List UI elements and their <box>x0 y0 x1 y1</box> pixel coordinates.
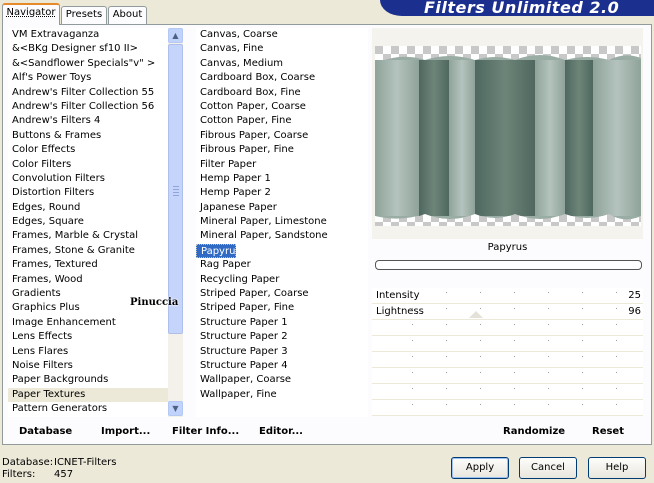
filter-item[interactable]: Structure Paper 4 <box>196 359 368 373</box>
editor-button[interactable]: Editor... <box>259 424 303 440</box>
category-item[interactable]: &<Sandflower Specials"v" > <box>8 57 168 71</box>
filter-item[interactable]: Wallpaper, Fine <box>196 388 368 402</box>
filter-item[interactable]: Structure Paper 2 <box>196 330 368 344</box>
param-intensity[interactable]: Intensity 25 <box>372 288 643 304</box>
category-item[interactable]: Distortion Filters <box>8 186 168 200</box>
filter-item[interactable]: Mineral Paper, Sandstone <box>196 229 368 243</box>
category-item[interactable]: Edges, Square <box>8 215 168 229</box>
category-item[interactable]: Alf's Power Toys <box>8 71 168 85</box>
category-item[interactable]: Color Filters <box>8 158 168 172</box>
filter-info-button[interactable]: Filter Info... <box>172 424 239 440</box>
param-value: 25 <box>628 290 641 301</box>
category-item[interactable]: Noise Filters <box>8 359 168 373</box>
filter-item[interactable]: Recycling Paper <box>196 273 368 287</box>
scroll-down-button[interactable]: ▼ <box>168 401 183 416</box>
filter-item[interactable]: Wallpaper, Coarse <box>196 373 368 387</box>
preview-image <box>375 46 641 226</box>
tab-navigator[interactable]: Navigator <box>2 3 60 25</box>
category-item[interactable]: &<BKg Designer sf10 II> <box>8 42 168 56</box>
filter-item[interactable]: Cotton Paper, Fine <box>196 114 368 128</box>
tab-presets[interactable]: Presets <box>61 6 107 24</box>
filter-item[interactable]: Cotton Paper, Coarse <box>196 100 368 114</box>
category-item[interactable]: Edges, Round <box>8 201 168 215</box>
filters-count-value: 457 <box>54 469 74 480</box>
category-item[interactable]: VM Extravaganza <box>8 28 168 42</box>
param-label: Intensity <box>376 290 420 301</box>
filter-item[interactable]: Structure Paper 1 <box>196 316 368 330</box>
category-item[interactable]: Paper Backgrounds <box>8 373 168 387</box>
randomize-button[interactable]: Randomize <box>503 424 565 440</box>
filter-item[interactable]: Cardboard Box, Fine <box>196 86 368 100</box>
database-label: Database: <box>2 457 54 468</box>
filter-item[interactable]: Canvas, Fine <box>196 42 368 56</box>
filter-item[interactable]: Hemp Paper 2 <box>196 186 368 200</box>
category-item[interactable]: Convolution Filters <box>8 172 168 186</box>
category-item[interactable]: Frames, Wood <box>8 273 168 287</box>
progress-bar <box>375 260 642 270</box>
category-item[interactable]: Andrew's Filter Collection 56 <box>8 100 168 114</box>
slider-marker[interactable] <box>469 311 483 318</box>
database-value: ICNET-Filters <box>54 457 117 468</box>
filter-item[interactable]: Cardboard Box, Coarse <box>196 71 368 85</box>
filter-item[interactable]: Canvas, Medium <box>196 57 368 71</box>
help-button[interactable]: Help <box>588 457 646 479</box>
filter-item[interactable]: Fibrous Paper, Coarse <box>196 129 368 143</box>
database-button[interactable]: Database <box>19 424 72 440</box>
preview-area <box>372 28 643 239</box>
filter-item[interactable]: Fibrous Paper, Fine <box>196 143 368 157</box>
filter-item[interactable]: Canvas, Coarse <box>196 28 368 42</box>
category-item[interactable]: Pattern Generators <box>8 402 168 416</box>
filter-item[interactable]: Papyrus <box>196 243 241 259</box>
scroll-up-button[interactable]: ▲ <box>168 28 183 43</box>
filter-item[interactable]: Mineral Paper, Limestone <box>196 215 368 229</box>
category-list[interactable]: VM Extravaganza &<BKg Designer sf10 II> &<… <box>8 28 168 417</box>
filter-item[interactable]: Hemp Paper 1 <box>196 172 368 186</box>
category-item[interactable]: Lens Flares <box>8 345 168 359</box>
import-button[interactable]: Import... <box>101 424 150 440</box>
filter-item[interactable]: Filter Paper <box>196 158 368 172</box>
category-item[interactable]: Frames, Marble & Crystal <box>8 229 168 243</box>
cancel-button[interactable]: Cancel <box>519 457 577 479</box>
filter-item[interactable]: Japanese Paper <box>196 201 368 215</box>
param-lightness[interactable]: Lightness 96 <box>372 304 643 320</box>
param-label: Lightness <box>376 306 424 317</box>
apply-button[interactable]: Apply <box>451 457 509 479</box>
category-item[interactable]: Frames, Textured <box>8 258 168 272</box>
filter-item[interactable]: Striped Paper, Coarse <box>196 287 368 301</box>
category-item[interactable]: Frames, Stone & Granite <box>8 244 168 258</box>
category-item[interactable]: Paper Textures <box>8 387 168 403</box>
filter-item[interactable]: Structure Paper 3 <box>196 345 368 359</box>
watermark-text: Pinuccia <box>130 297 179 308</box>
param-value: 96 <box>628 306 641 317</box>
filter-item[interactable]: Rag Paper <box>196 258 368 272</box>
filters-count-label: Filters: <box>2 469 36 480</box>
preview-filter-name: Papyrus <box>487 242 528 253</box>
category-item[interactable]: Andrew's Filter Collection 55 <box>8 86 168 100</box>
filter-item[interactable]: Striped Paper, Fine <box>196 301 368 315</box>
category-item[interactable]: Lens Effects <box>8 330 168 344</box>
scroll-thumb[interactable] <box>168 44 183 334</box>
filter-list[interactable]: Canvas, Coarse Canvas, Fine Canvas, Medium… <box>196 28 368 417</box>
tab-about[interactable]: About <box>108 6 147 24</box>
category-item[interactable]: Image Enhancement <box>8 316 168 330</box>
reset-button[interactable]: Reset <box>592 424 624 440</box>
category-item[interactable]: Buttons & Frames <box>8 129 168 143</box>
category-item[interactable]: Color Effects <box>8 143 168 157</box>
parameter-panel: Intensity 25 Lightness 96 <box>372 288 643 416</box>
app-title: Filters Unlimited 2.0 <box>424 0 620 17</box>
category-scrollbar[interactable]: ▲ ▼ <box>168 28 183 417</box>
category-item[interactable]: Andrew's Filters 4 <box>8 114 168 128</box>
